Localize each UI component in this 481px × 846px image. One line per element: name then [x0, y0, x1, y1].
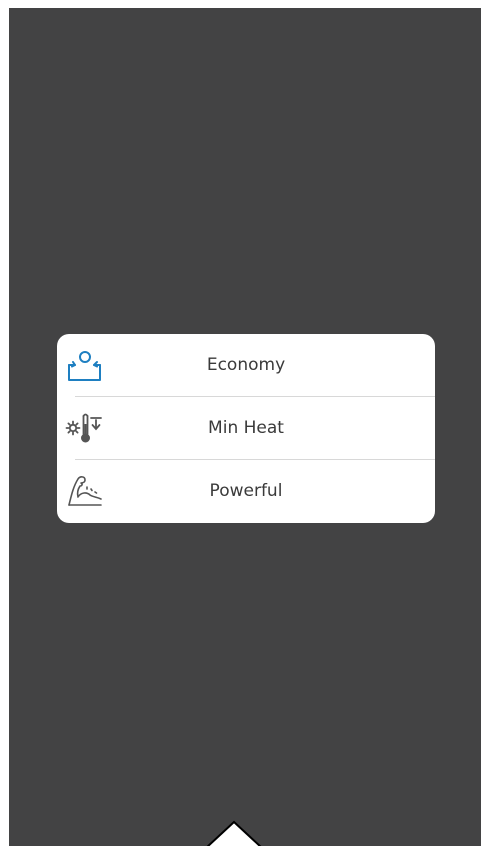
collapse-handle[interactable]: [204, 818, 264, 846]
menu-item-label: Powerful: [209, 481, 283, 501]
mode-menu: Economy Min Heat Powerful: [57, 334, 435, 523]
menu-item-powerful[interactable]: Powerful: [57, 460, 435, 522]
menu-item-economy[interactable]: Economy: [57, 334, 435, 396]
modal-overlay[interactable]: Economy Min Heat Powerful: [9, 8, 481, 846]
menu-item-min-heat[interactable]: Min Heat: [57, 397, 435, 459]
chevron-up-icon: [204, 818, 264, 846]
menu-item-label: Economy: [206, 355, 286, 375]
menu-item-label: Min Heat: [208, 418, 284, 438]
